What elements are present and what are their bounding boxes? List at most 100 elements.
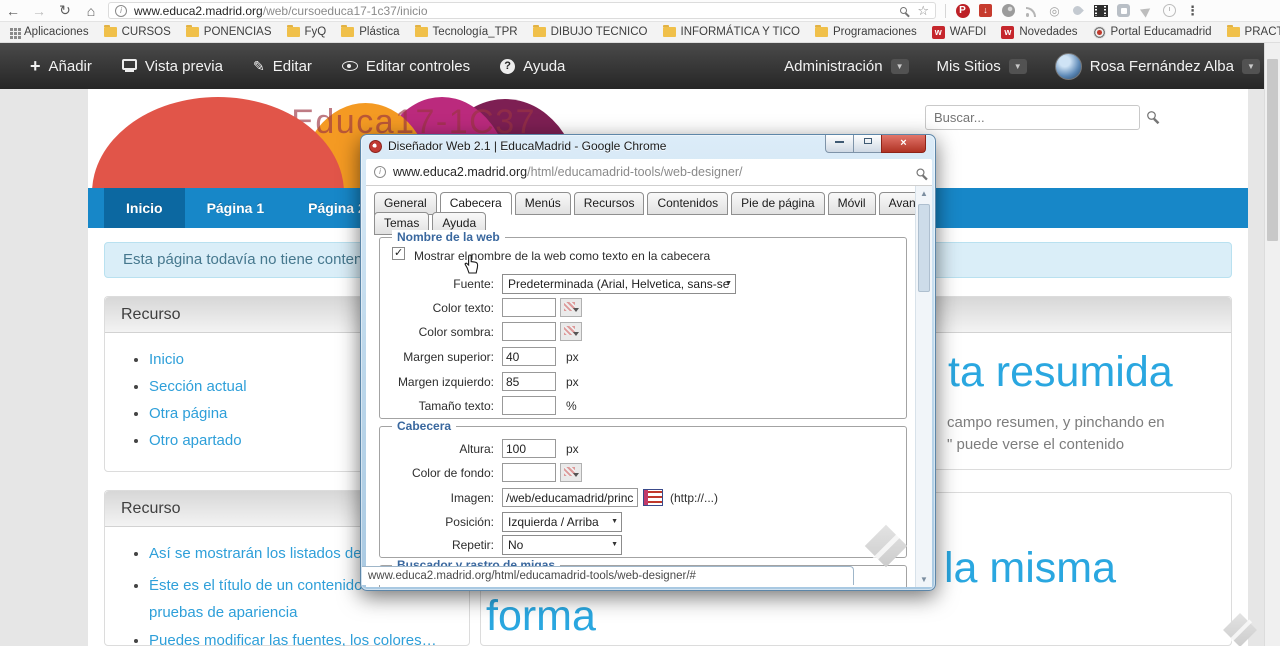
ghostery-extension-icon[interactable]: ◎ [1043,1,1066,21]
bookmark-portal[interactable]: Portal Educamadrid [1092,25,1212,39]
help-button[interactable]: ? Ayuda [500,58,565,75]
edit-controls-button[interactable]: Editar controles [341,58,470,75]
portal-icon [1092,25,1106,39]
my-sites-menu[interactable]: Mis Sitios ▼ [937,58,1027,75]
posicion-select[interactable]: Izquierda / Arriba [502,512,622,532]
back-icon[interactable]: ← [0,3,26,19]
page-info-icon[interactable]: i [115,4,127,17]
minimize-button[interactable] [825,135,854,153]
rss-extension-icon[interactable] [1020,1,1043,21]
page-info-icon[interactable]: i [374,166,386,178]
browser-scrollbar[interactable] [1264,43,1280,646]
show-name-checkbox[interactable] [392,246,405,260]
margen-superior-input[interactable] [502,347,556,366]
repetir-select[interactable]: No [502,535,622,555]
margen-izquierdo-input[interactable] [502,372,556,391]
bookmark-star-icon[interactable]: ☆ [917,4,929,17]
folder-icon [662,25,676,37]
altura-row: Altura: px [370,439,890,459]
bookmark-folder[interactable]: PRACTICUM_MASTER [1226,25,1280,38]
download-extension-icon[interactable]: ↓ [974,1,997,21]
link-otra-pagina[interactable]: Otra página [149,405,227,422]
dialog-scrollbar[interactable]: ▲ ▼ [915,186,932,587]
nav-tab-pagina1[interactable]: Página 1 [185,188,287,228]
pinterest-extension-icon[interactable]: P [951,1,974,21]
folder-icon [532,25,546,37]
scrollbar-thumb[interactable] [918,204,930,292]
zoom-page-icon[interactable] [900,7,908,14]
scroll-down-icon[interactable]: ▼ [916,575,932,584]
url-omnibox[interactable]: i www.educa2.madrid.org/web/cursoeduca17… [108,2,936,19]
bookmark-folder[interactable]: CURSOS [103,25,171,38]
droplet-extension-icon[interactable] [1066,1,1089,21]
tab-contenidos[interactable]: Contenidos [647,192,729,215]
send-extension-icon[interactable] [1135,1,1158,21]
bookmark-folder[interactable]: Tecnología_TPR [414,25,518,38]
page-url: www.educa2.madrid.org/web/cursoeduca17-1… [134,3,428,18]
maximize-button[interactable] [854,135,881,153]
folder-icon [286,25,300,37]
bookmark-folder[interactable]: Programaciones [815,25,917,38]
capture-extension-icon[interactable] [1112,1,1135,21]
window-controls: × [825,135,926,153]
chrome-menu-icon[interactable]: ⋮ [1181,1,1204,21]
tab-movil[interactable]: Móvil [827,192,876,215]
administration-menu[interactable]: Administración ▼ [784,58,909,75]
bookmark-folder[interactable]: DIBUJO TECNICO [532,25,648,38]
edit-button[interactable]: ✎ Editar [253,58,312,75]
link-otro-apartado[interactable]: Otro apartado [149,432,242,449]
bookmark-folder[interactable]: INFORMÁTICA Y TICO [662,25,800,38]
zoom-page-icon[interactable] [916,167,925,177]
dialog-titlebar[interactable]: Diseñador Web 2.1 | EducaMadrid - Google… [369,139,666,153]
color-texto-input[interactable] [502,298,556,317]
imagen-input[interactable] [502,488,638,507]
dialog-content: General Cabecera Menús Recursos Contenid… [366,186,932,587]
color-sombra-input[interactable] [502,322,556,341]
user-menu[interactable]: Rosa Fernández Alba ▼ [1054,52,1260,80]
bookmark-apps[interactable]: Aplicaciones [8,26,89,38]
red-w-icon: w [1001,25,1015,39]
tamano-texto-input[interactable] [502,396,556,415]
color-fondo-input[interactable] [502,463,556,482]
screen: ← → ↻ ⌂ i www.educa2.madrid.org/web/curs… [0,0,1280,646]
bookmark-novedades[interactable]: w Novedades [1001,25,1078,39]
forward-icon[interactable]: → [26,3,52,19]
add-button[interactable]: + Añadir [30,57,92,75]
nav-tab-inicio[interactable]: Inicio [104,188,185,228]
bookmark-wafdi[interactable]: w WAFDI [931,25,986,39]
home-icon[interactable]: ⌂ [78,3,104,19]
scroll-up-icon[interactable]: ▲ [916,189,932,198]
bookmark-folder[interactable]: FyQ [286,25,326,38]
image-browser-icon[interactable] [643,489,663,506]
search-input[interactable] [925,105,1140,130]
filmstrip-extension-icon[interactable] [1089,1,1112,21]
bookmark-folder[interactable]: PONENCIAS [185,25,272,38]
tab-recursos[interactable]: Recursos [573,192,645,215]
history-extension-icon[interactable] [1158,1,1181,21]
link-seccion-actual[interactable]: Sección actual [149,378,247,395]
color-picker-icon[interactable] [560,298,582,317]
chevron-down-icon: ▼ [1242,58,1260,74]
color-picker-icon[interactable] [560,322,582,341]
close-button[interactable]: × [881,135,926,153]
reload-icon[interactable]: ↻ [52,2,78,19]
tab-pie-de-pagina[interactable]: Pie de página [731,192,825,215]
color-picker-icon[interactable] [560,463,582,482]
preview-button[interactable]: Vista previa [121,58,223,75]
link-titulo-contenido[interactable]: Éste es el título de un contenido de prue… [149,577,383,621]
bookmark-folder[interactable]: Plástica [341,25,400,38]
disc-extension-icon[interactable] [997,1,1020,21]
scrollbar-thumb[interactable] [1267,59,1278,241]
fuente-select[interactable]: Predeterminada (Arial, Helvetica, sans-s… [502,274,736,294]
link-modificar-fuentes[interactable]: Puedes modificar las fuentes, los colore… [149,632,437,646]
link-inicio[interactable]: Inicio [149,351,184,368]
browser-address-bar: ← → ↻ ⌂ i www.educa2.madrid.org/web/curs… [0,0,1280,22]
folder-icon [414,25,428,37]
tab-menus[interactable]: Menús [514,192,571,215]
search-icon[interactable] [1147,111,1156,120]
dialog-url-bar[interactable]: i www.educa2.madrid.org/html/educamadrid… [366,159,932,186]
web-designer-dialog: Diseñador Web 2.1 | EducaMadrid - Google… [360,134,936,591]
summary-text-line2: " puede verse el contenido [947,436,1125,453]
altura-input[interactable] [502,439,556,458]
checkbox-label: Mostrar el nombre de la web como texto e… [414,249,711,263]
